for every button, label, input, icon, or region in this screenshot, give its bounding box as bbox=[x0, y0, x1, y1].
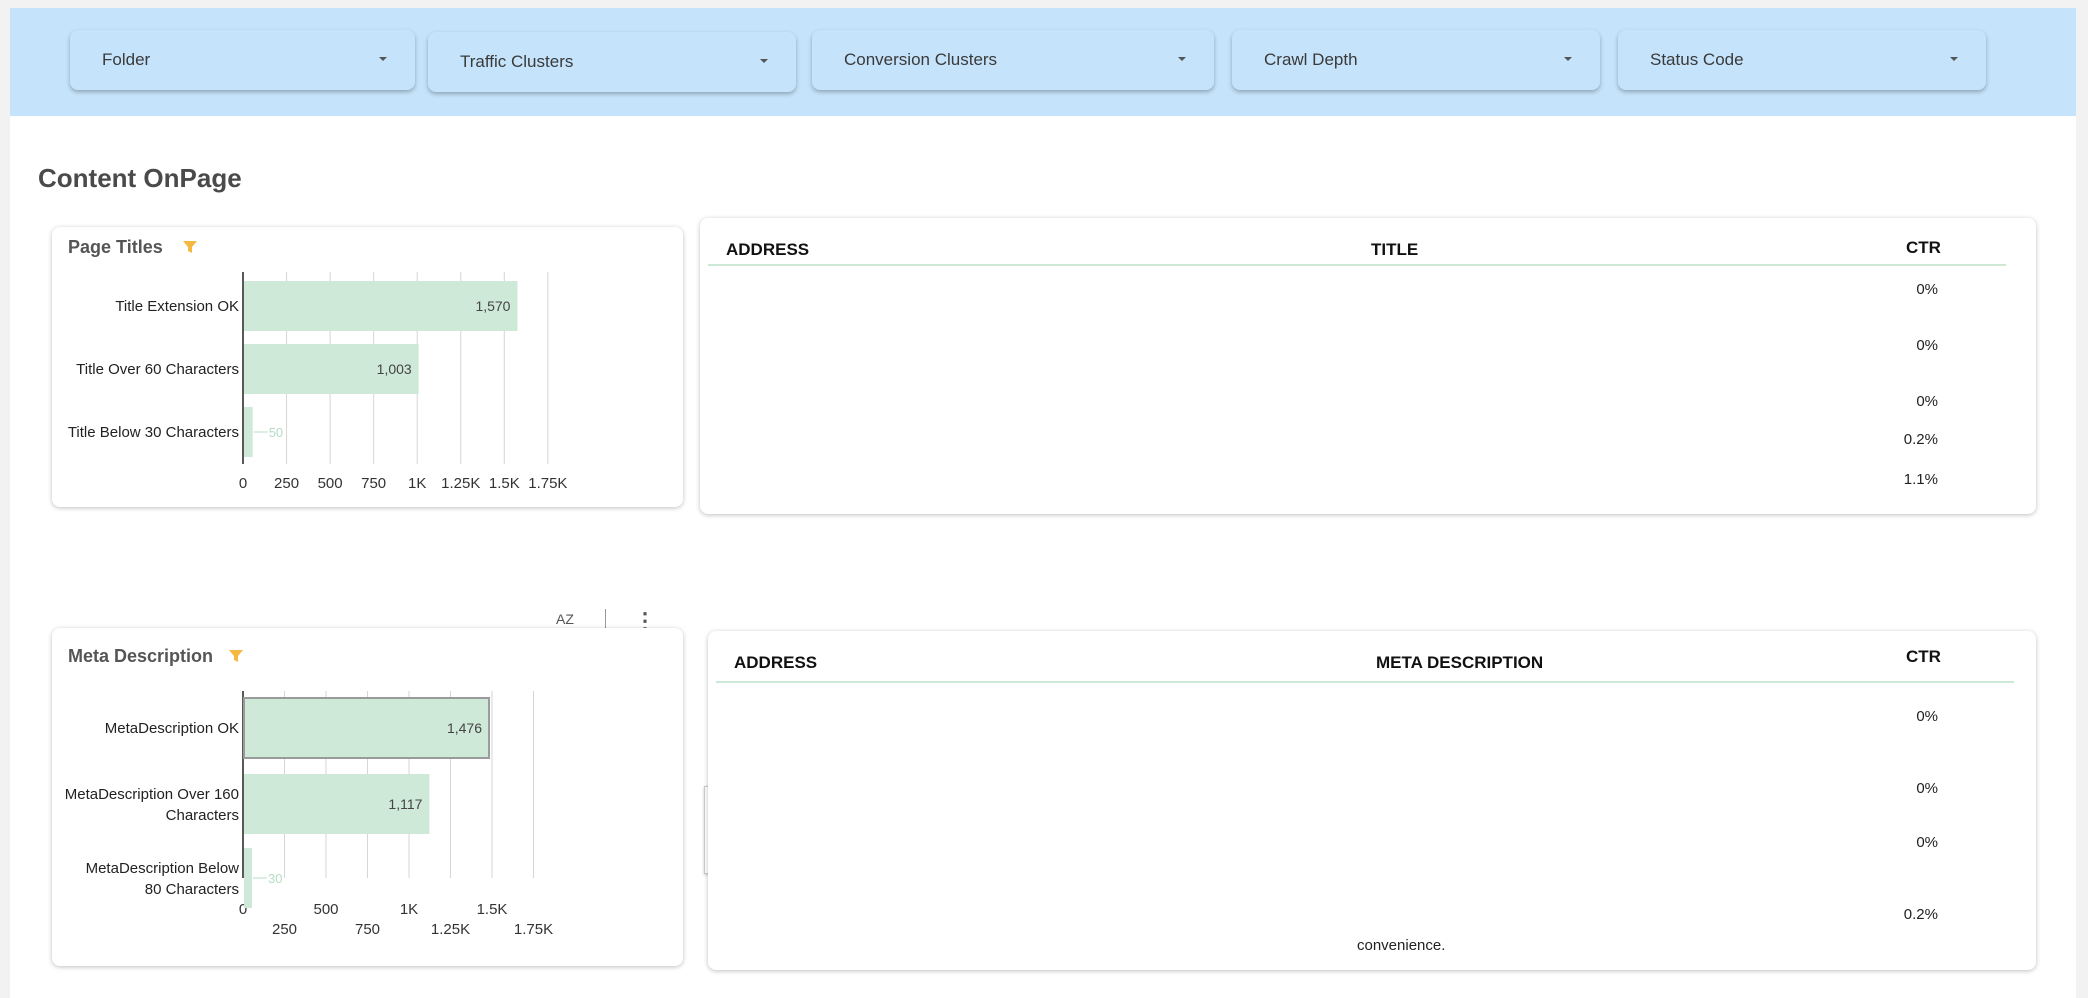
crawl-depth-dropdown[interactable]: Crawl Depth bbox=[1232, 30, 1600, 90]
page-titles-chart: 0 250 500 750 1K 1.25K 1.5K 1.75K 1,570 Title Ext… bbox=[68, 272, 567, 492]
x-tick-label: 750 bbox=[355, 921, 380, 938]
chevron-down-icon bbox=[379, 57, 387, 61]
address-column-header[interactable]: ADDRESS bbox=[734, 653, 817, 673]
conversion-clusters-dropdown-label: Conversion Clusters bbox=[844, 50, 998, 69]
data-label: 1,003 bbox=[377, 361, 412, 377]
x-tick-label: 0 bbox=[239, 475, 247, 492]
meta-table-card: ADDRESS META DESCRIPTION CTR 0% 0% 0% 0.… bbox=[708, 631, 2036, 970]
data-label: 50 bbox=[269, 425, 283, 440]
ctr-cell: 0% bbox=[1916, 281, 1938, 298]
conversion-clusters-dropdown[interactable]: Conversion Clusters bbox=[812, 30, 1214, 90]
status-code-dropdown-label: Status Code bbox=[1650, 50, 1744, 69]
x-tick-label: 500 bbox=[318, 475, 343, 492]
chevron-down-icon bbox=[1178, 57, 1186, 61]
header-divider bbox=[708, 264, 2006, 266]
chevron-down-icon bbox=[760, 59, 768, 63]
x-tick-label: 500 bbox=[313, 901, 338, 918]
title-column-header[interactable]: TITLE bbox=[1371, 240, 1418, 260]
folder-dropdown-label: Folder bbox=[102, 50, 151, 69]
traffic-clusters-dropdown[interactable]: Traffic Clusters bbox=[428, 32, 796, 92]
category-label: Title Extension OK bbox=[115, 298, 239, 315]
crawl-depth-dropdown-label: Crawl Depth bbox=[1264, 50, 1358, 69]
status-code-dropdown[interactable]: Status Code bbox=[1618, 30, 1986, 90]
ctr-column-header[interactable]: CTR bbox=[1906, 647, 1941, 667]
address-column-header[interactable]: ADDRESS bbox=[726, 240, 809, 260]
meta-description-chart: 02505007501K1.25K1.5K1.75K1,476MetaDescr… bbox=[65, 691, 553, 938]
ctr-cell: 0% bbox=[1916, 393, 1938, 410]
ctr-cell: 0% bbox=[1916, 337, 1938, 354]
x-tick-label: 1.25K bbox=[431, 921, 470, 938]
category-label: Characters bbox=[166, 807, 239, 824]
category-label: Title Below 30 Characters bbox=[68, 424, 239, 441]
data-label: 1,570 bbox=[475, 298, 510, 314]
x-tick-label: 1K bbox=[408, 475, 426, 492]
ctr-cell: 0.2% bbox=[1903, 906, 1938, 923]
data-label: 30 bbox=[268, 871, 282, 886]
x-tick-label: 1K bbox=[400, 901, 418, 918]
x-tick-label: 1.5K bbox=[477, 901, 508, 918]
ctr-cell: 0% bbox=[1916, 834, 1938, 851]
description-text: convenience. bbox=[1357, 937, 1446, 954]
meta-description-column-header[interactable]: META DESCRIPTION bbox=[1376, 653, 1543, 673]
section-title: Content OnPage bbox=[38, 163, 242, 193]
ctr-cell: 0% bbox=[1916, 780, 1938, 797]
ctr-cell: 1.1% bbox=[1903, 471, 1938, 488]
ctr-column-header[interactable]: CTR bbox=[1906, 238, 1941, 258]
folder-dropdown[interactable]: Folder bbox=[70, 30, 415, 90]
meta-description-card: Meta Description 0 250 500 750 1K 1.25K 1.5K 1.… bbox=[52, 628, 683, 966]
bar bbox=[244, 848, 252, 908]
x-tick-label: 750 bbox=[361, 475, 386, 492]
x-tick-label: 250 bbox=[274, 475, 299, 492]
category-label: MetaDescription Below bbox=[86, 860, 240, 877]
x-tick-label: 1.75K bbox=[514, 921, 553, 938]
traffic-clusters-dropdown-label: Traffic Clusters bbox=[460, 52, 574, 71]
header-divider bbox=[716, 681, 2014, 683]
ctr-cell: 0% bbox=[1916, 708, 1938, 725]
x-tick-label: 1.25K bbox=[441, 475, 480, 492]
page-titles-card: Page Titles 0 250 500 750 1K 1.25K 1.5K 1.75K 1,… bbox=[52, 227, 683, 507]
ctr-cell: 0.2% bbox=[1903, 431, 1938, 448]
x-tick-label: 1.5K bbox=[489, 475, 520, 492]
data-label: 1,117 bbox=[388, 796, 422, 812]
chevron-down-icon bbox=[1950, 57, 1958, 61]
category-label: MetaDescription OK bbox=[105, 720, 239, 737]
bar bbox=[244, 407, 253, 457]
sort-icon[interactable]: AZ bbox=[556, 611, 574, 627]
x-tick-label: 1.75K bbox=[528, 475, 567, 492]
data-label: 1,476 bbox=[447, 720, 482, 736]
category-label: 80 Characters bbox=[145, 881, 239, 898]
chevron-down-icon bbox=[1564, 57, 1572, 61]
category-label: Title Over 60 Characters bbox=[76, 361, 239, 378]
category-label: MetaDescription Over 160 bbox=[65, 786, 239, 803]
titles-table-card: ADDRESS TITLE CTR 0% 0% 0% 0.2% 1.1% bbox=[700, 218, 2036, 514]
x-tick-label: 250 bbox=[272, 921, 297, 938]
